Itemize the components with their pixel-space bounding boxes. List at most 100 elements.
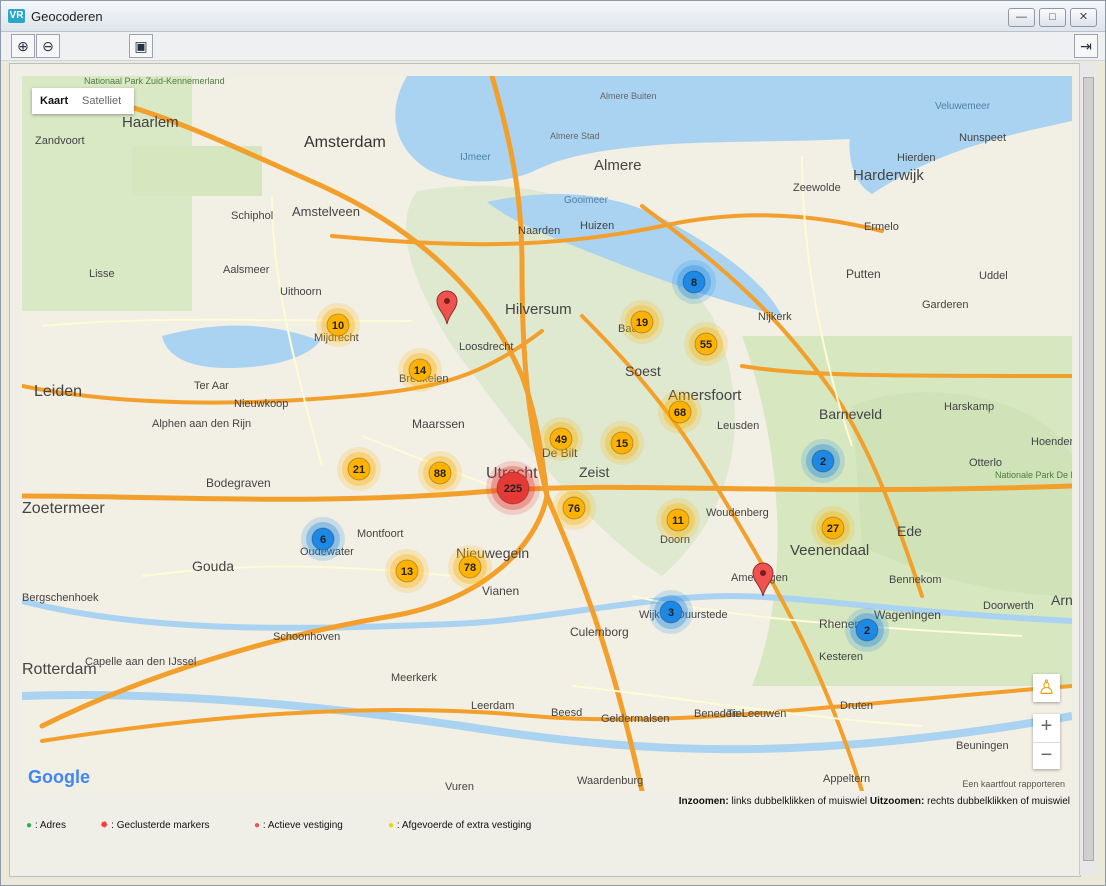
label-appeltern: Appeltern: [823, 773, 870, 785]
label-uddel: Uddel: [979, 270, 1008, 282]
label-naarden: Naarden: [518, 225, 560, 237]
cluster-marker[interactable]: 2: [845, 608, 889, 652]
label-nijkerk: Nijkerk: [758, 311, 792, 323]
label-putten: Putten: [846, 267, 881, 281]
label-soest: Soest: [625, 363, 661, 379]
minimize-button[interactable]: —: [1008, 8, 1035, 27]
label-otterlo: Otterlo: [969, 457, 1002, 469]
map-zoom-out-button[interactable]: −: [1033, 742, 1060, 770]
red-marker-icon: ●: [254, 820, 261, 831]
map-type-kaart[interactable]: Kaart: [40, 95, 68, 107]
cluster-marker[interactable]: 55: [684, 322, 728, 366]
cluster-count: 78: [464, 562, 476, 574]
map-type-control[interactable]: Kaart Satelliet: [32, 88, 134, 114]
cluster-marker[interactable]: 13: [385, 549, 429, 593]
label-lisse: Lisse: [89, 268, 115, 280]
label-amstelveen: Amstelveen: [292, 204, 360, 219]
cluster-marker[interactable]: 2: [801, 439, 845, 483]
zoom-in-button[interactable]: ⊕: [11, 34, 35, 58]
label-doorwerth: Doorwerth: [983, 600, 1034, 612]
label-rotterdam: Rotterdam: [22, 661, 97, 678]
cluster-count: 11: [672, 515, 684, 527]
cluster-count: 88: [434, 468, 446, 480]
label-meerkerk: Meerkerk: [391, 672, 437, 684]
zoom-in-icon: ⊕: [17, 38, 29, 54]
label-culemborg: Culemborg: [570, 625, 629, 639]
label-nieuwkoop: Nieuwkoop: [234, 398, 288, 410]
minimize-icon: —: [1016, 11, 1027, 23]
label-barneveld: Barneveld: [819, 406, 882, 422]
label-ijmeer: IJmeer: [460, 152, 491, 163]
report-map-error-link[interactable]: Een kaartfout rapporteren: [962, 779, 1065, 789]
exit-button[interactable]: ⇥: [1074, 34, 1098, 58]
cluster-marker[interactable]: 10: [316, 303, 360, 347]
label-ede: Ede: [897, 523, 922, 539]
label-hoge-veluwe: Nationale Park De Hoge Veluwe: [995, 470, 1072, 480]
label-geldermalsen: Geldermalsen: [601, 713, 669, 725]
cluster-marker[interactable]: 88: [418, 451, 462, 495]
pin-center: [760, 570, 766, 576]
label-leiden: Leiden: [34, 383, 82, 400]
cluster-marker[interactable]: 3: [649, 590, 693, 634]
cluster-marker[interactable]: 21: [337, 447, 381, 491]
label-bergschenhoek: Bergschenhoek: [22, 592, 99, 604]
cluster-count: 2: [864, 625, 870, 637]
cluster-count: 13: [401, 566, 413, 578]
cluster-count: 14: [414, 365, 427, 377]
label-bodegraven: Bodegraven: [206, 476, 271, 490]
map-zoom-in-button[interactable]: +: [1033, 714, 1060, 741]
cluster-marker[interactable]: 19: [620, 300, 664, 344]
cluster-count: 10: [332, 320, 344, 332]
green-marker-icon: ●: [26, 820, 33, 831]
title-bar[interactable]: VR Geocoderen — □ ✕: [1, 1, 1105, 32]
cluster-marker[interactable]: 225: [486, 461, 540, 515]
cluster-count: 49: [555, 434, 567, 446]
close-button[interactable]: ✕: [1070, 8, 1097, 27]
cluster-marker[interactable]: 8: [672, 260, 716, 304]
label-uithoorn: Uithoorn: [280, 286, 322, 298]
scrollbar-thumb[interactable]: [1083, 77, 1094, 861]
cluster-marker[interactable]: 27: [811, 506, 855, 550]
google-logo: Google: [28, 767, 90, 787]
label-nunspeet: Nunspeet: [959, 132, 1006, 144]
label-vuren: Vuren: [445, 781, 474, 791]
legend-afgevoerde: ● : Afgevoerde of extra vestiging: [388, 820, 531, 831]
map-panel: Haarlem Amsterdam Almere Harderwijk Amst…: [9, 63, 1081, 877]
label-montfoort: Montfoort: [357, 528, 403, 540]
map-svg[interactable]: Haarlem Amsterdam Almere Harderwijk Amst…: [22, 76, 1072, 791]
cluster-count: 76: [568, 503, 580, 515]
label-hoenderloo: Hoenderloo: [1031, 436, 1072, 448]
label-haarlem: Haarlem: [122, 114, 179, 131]
hint-zoom-out-label: Uitzoomen:: [869, 796, 925, 807]
app-icon: VR: [8, 9, 25, 23]
legend-adres-label: : Adres: [34, 820, 66, 831]
zoom-out-button[interactable]: ⊖: [36, 34, 60, 58]
save-button[interactable]: ▣: [129, 34, 153, 58]
cluster-marker[interactable]: 6: [301, 517, 345, 561]
cluster-marker[interactable]: 76: [552, 486, 596, 530]
map-zoom-control: + −: [1033, 714, 1060, 769]
map-canvas[interactable]: Haarlem Amsterdam Almere Harderwijk Amst…: [22, 76, 1072, 791]
cluster-count: 19: [636, 317, 648, 329]
cluster-count: 27: [827, 523, 839, 535]
maximize-button[interactable]: □: [1039, 8, 1066, 27]
cluster-marker[interactable]: 78: [448, 545, 492, 589]
geocoderen-window: VR Geocoderen — □ ✕ ⊕ ⊖ ▣ ⇥ Haarlem Amst…: [0, 0, 1106, 886]
label-kesteren: Kesteren: [819, 651, 863, 663]
save-icon: ▣: [134, 38, 148, 54]
label-gouda: Gouda: [192, 558, 234, 574]
street-view-icon[interactable]: ♙: [1033, 674, 1060, 702]
label-druten: Druten: [840, 700, 873, 712]
cluster-marker[interactable]: 49: [539, 417, 583, 461]
map-type-satelliet[interactable]: Satelliet: [82, 95, 121, 107]
cluster-marker[interactable]: 11: [656, 498, 700, 542]
label-capelle: Capelle aan den IJssel: [85, 656, 196, 668]
label-zeist: Zeist: [579, 464, 609, 480]
cluster-marker[interactable]: 15: [600, 421, 644, 465]
cluster-count: 55: [700, 339, 712, 351]
label-harskamp: Harskamp: [944, 401, 994, 413]
cluster-marker[interactable]: 14: [398, 348, 442, 392]
cluster-marker[interactable]: 68: [658, 390, 702, 434]
vertical-scrollbar[interactable]: [1079, 63, 1098, 875]
label-zandvoort: Zandvoort: [35, 135, 85, 147]
